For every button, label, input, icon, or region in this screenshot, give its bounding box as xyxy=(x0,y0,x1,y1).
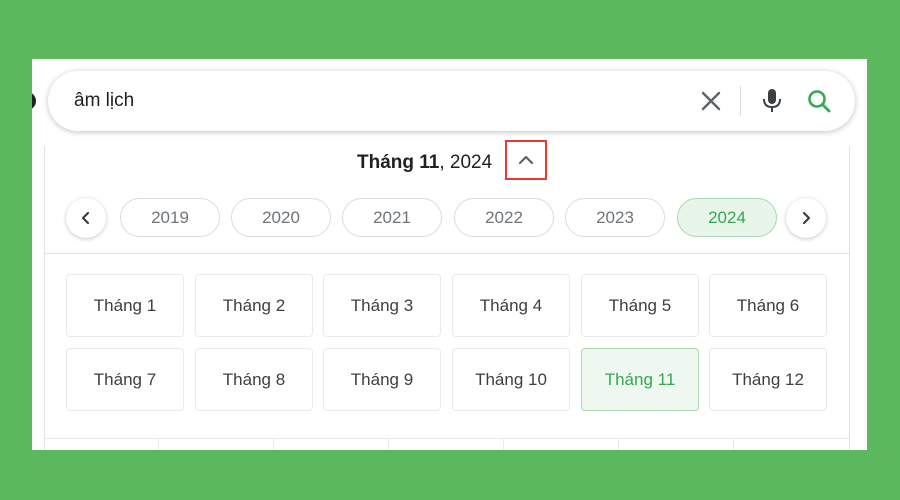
month-cell[interactable]: Tháng 6 xyxy=(709,274,827,337)
grid-divider xyxy=(158,438,159,450)
chevron-left-icon xyxy=(81,211,90,225)
month-cell[interactable]: Tháng 1 xyxy=(66,274,184,337)
month-grid: Tháng 1 Tháng 2 Tháng 3 Tháng 4 Tháng 5 … xyxy=(66,274,828,414)
grid-divider xyxy=(273,438,274,450)
collapse-picker-button[interactable] xyxy=(505,140,547,180)
year-pill[interactable]: 2020 xyxy=(231,198,331,237)
close-icon xyxy=(701,91,721,111)
mic-icon xyxy=(763,89,781,112)
month-cell[interactable]: Tháng 3 xyxy=(323,274,441,337)
year-selector: 2019 2020 2021 2022 2023 2024 xyxy=(45,196,849,242)
heading-month: Tháng 11 xyxy=(357,152,440,173)
lunar-calendar-panel: Tháng 11, 2024 2019 2020 2021 2022 2023 … xyxy=(44,140,850,450)
grid-divider xyxy=(733,438,734,450)
year-pill[interactable]: 2019 xyxy=(120,198,220,237)
month-cell[interactable]: Tháng 9 xyxy=(323,348,441,411)
month-cell[interactable]: Tháng 10 xyxy=(452,348,570,411)
month-cell-selected[interactable]: Tháng 11 xyxy=(581,348,699,411)
edge-avatar xyxy=(32,92,36,110)
year-pill[interactable]: 2021 xyxy=(342,198,442,237)
heading-year: 2024 xyxy=(449,152,493,173)
clear-button[interactable] xyxy=(696,86,726,116)
search-button[interactable] xyxy=(804,86,834,116)
calendar-heading-row: Tháng 11, 2024 xyxy=(45,140,849,188)
year-pill-selected[interactable]: 2024 xyxy=(677,198,777,237)
month-cell[interactable]: Tháng 4 xyxy=(452,274,570,337)
search-divider xyxy=(740,86,741,116)
month-cell[interactable]: Tháng 5 xyxy=(581,274,699,337)
chevron-right-icon xyxy=(802,211,811,225)
browser-frame: Tháng 11, 2024 2019 2020 2021 2022 2023 … xyxy=(32,59,867,450)
month-cell[interactable]: Tháng 7 xyxy=(66,348,184,411)
section-divider xyxy=(45,253,849,254)
search-input[interactable] xyxy=(74,89,634,113)
search-icon xyxy=(808,90,831,113)
chevron-up-icon xyxy=(518,155,534,165)
month-cell[interactable]: Tháng 8 xyxy=(195,348,313,411)
grid-divider xyxy=(388,438,389,450)
prev-years-button[interactable] xyxy=(66,198,106,238)
calendar-grid-top xyxy=(45,438,849,439)
year-pill[interactable]: 2023 xyxy=(565,198,665,237)
heading-separator: , xyxy=(439,152,450,173)
search-bar xyxy=(48,71,855,131)
calendar-heading: Tháng 11, 2024 xyxy=(357,152,492,174)
grid-divider xyxy=(618,438,619,450)
grid-divider xyxy=(503,438,504,450)
year-pill[interactable]: 2022 xyxy=(454,198,554,237)
voice-search-button[interactable] xyxy=(757,86,787,116)
next-years-button[interactable] xyxy=(786,198,826,238)
month-cell[interactable]: Tháng 2 xyxy=(195,274,313,337)
month-cell[interactable]: Tháng 12 xyxy=(709,348,827,411)
